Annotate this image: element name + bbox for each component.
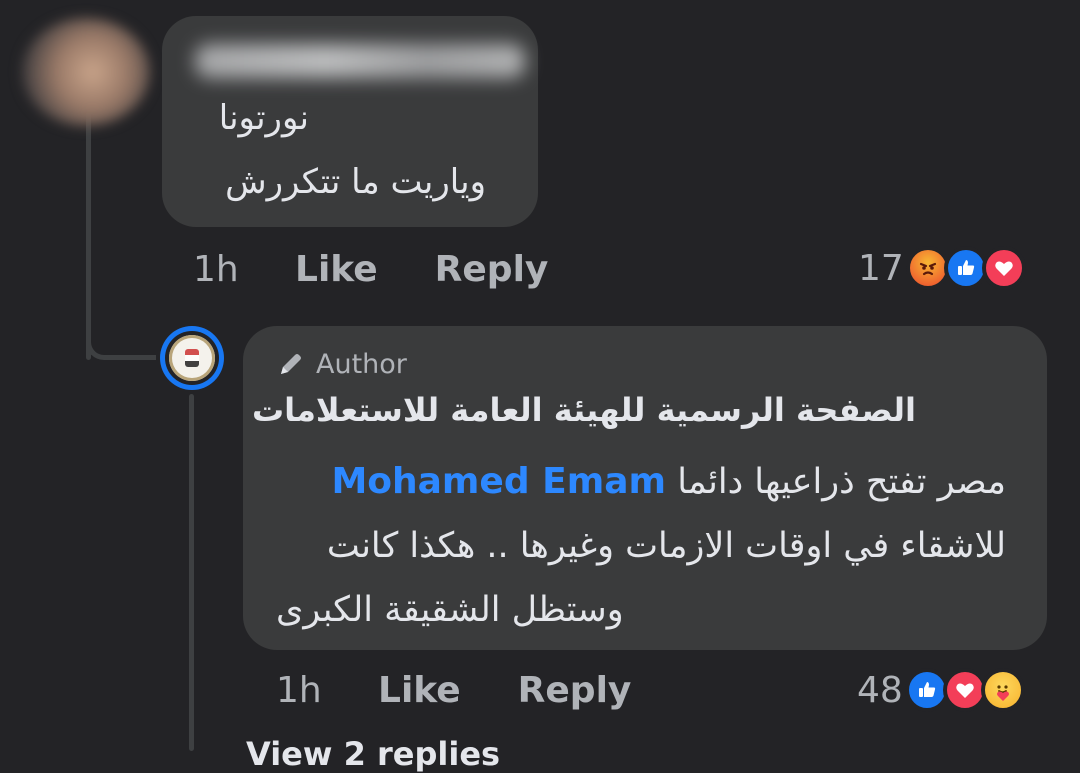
pen-icon: [281, 354, 301, 374]
thread-connector: [86, 320, 156, 360]
reply-button[interactable]: Reply: [435, 249, 549, 290]
author-badge-label: Author: [316, 348, 407, 380]
care-icon: [980, 668, 1025, 712]
comment-actions: 1h Like Reply: [193, 245, 605, 293]
reply-timestamp[interactable]: 1h: [276, 670, 378, 711]
comment-timestamp[interactable]: 1h: [193, 249, 295, 290]
page-name[interactable]: الصفحة الرسمية للهيئة العامة للاستعلامات: [252, 386, 916, 434]
reply-text-line-3: وستظل الشقيقة الكبرى: [276, 590, 624, 630]
comment-text-line-1: نورتونا: [218, 98, 309, 138]
reply-reaction-count: 48: [857, 669, 903, 711]
reply-text-line-1: مصر تفتح ذراعيها دائما Mohamed Emam: [276, 450, 1006, 514]
reply-reactions[interactable]: 48: [857, 666, 1025, 714]
reply-reply-button[interactable]: Reply: [518, 670, 632, 711]
comment-text-line-2: وياريت ما تتكررش: [225, 162, 486, 202]
author-badge: Author: [276, 346, 407, 382]
mention-link[interactable]: Mohamed Emam: [331, 461, 666, 502]
comment-reactions[interactable]: 17: [858, 244, 1026, 292]
reply-actions: 1h Like Reply: [276, 666, 688, 714]
reply-text: مصر تفتح ذراعيها دائما Mohamed Emam للاش…: [276, 450, 1006, 642]
reply-text-line-2: للاشقاء في اوقات الازمات وغيرها .. هكذا …: [326, 526, 1006, 566]
reaction-count: 17: [858, 247, 904, 289]
love-icon: [981, 246, 1026, 290]
page-avatar[interactable]: [160, 326, 224, 390]
commenter-name-blurred[interactable]: [195, 44, 525, 78]
like-button[interactable]: Like: [295, 249, 378, 290]
reply-text-line-1-text: مصر تفتح ذراعيها دائما: [677, 462, 1006, 502]
view-replies-link[interactable]: View 2 replies: [246, 735, 500, 773]
page-logo: [169, 335, 215, 381]
reply-thread-line: [189, 394, 194, 751]
commenter-avatar[interactable]: [22, 18, 150, 126]
reply-like-button[interactable]: Like: [378, 670, 461, 711]
